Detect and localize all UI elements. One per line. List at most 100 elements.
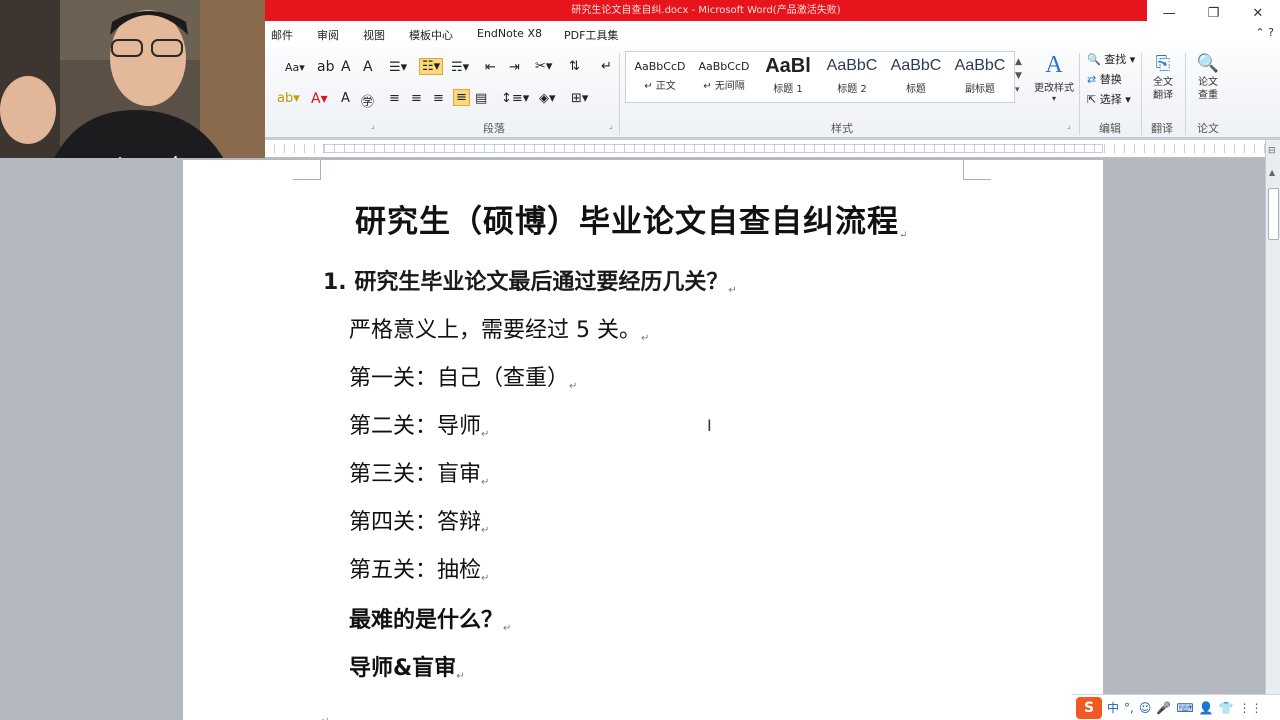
show-marks-icon[interactable]: ↵ (601, 59, 612, 74)
tab-pdf-tools[interactable]: PDF工具集 (564, 27, 618, 43)
tab-mailings[interactable]: 邮件 (271, 27, 293, 43)
paragraph-shading-icon[interactable]: ◈▾ (539, 91, 556, 106)
style-heading-1[interactable]: AaBl 标题 1 (756, 56, 820, 95)
character-shading-icon[interactable]: A (363, 59, 373, 75)
document-page[interactable]: 研究生（硕博）毕业论文自查自纠流程↵ 1. 研究生毕业论文最后通过要经历几关？↵… (183, 160, 1103, 720)
paper-check-label: 论文查重 (1198, 77, 1218, 101)
close-button[interactable]: ✕ (1238, 6, 1278, 21)
restore-button[interactable]: ❐ (1193, 6, 1233, 21)
translate-button[interactable]: ⎘ 全文翻译 (1147, 53, 1179, 102)
style-no-spacing[interactable]: AaBbCcD ↵ 无间隔 (692, 60, 756, 92)
styles-gallery: AaBbCcD ↵ 正文 AaBbCcD ↵ 无间隔 AaBl 标题 1 AaB… (625, 51, 1015, 103)
shading-icon[interactable]: A (341, 91, 350, 106)
document-title: 研究生（硕博）毕业论文自查自纠流程↵ (355, 196, 908, 241)
paragraph-mark: ↵ (569, 381, 578, 392)
punctuation-icon[interactable]: °, (1124, 701, 1134, 715)
translate-label: 全文翻译 (1153, 77, 1173, 101)
chinese-mode-icon[interactable]: 中 (1107, 699, 1119, 716)
align-right-icon[interactable]: ≡ (433, 91, 444, 106)
microphone-icon[interactable]: 🎤 (1156, 701, 1171, 715)
style-title[interactable]: AaBbC 标题 (884, 56, 948, 95)
sort-icon[interactable]: ⇅ (569, 59, 580, 74)
vertical-scrollbar[interactable]: ⊟ ▲ (1265, 140, 1280, 720)
gallery-scroll-icon[interactable]: ▲ ▼ ▾ (1015, 55, 1022, 97)
enclose-character-icon[interactable]: ㊫ (361, 91, 374, 110)
change-styles-icon: A (1045, 52, 1063, 78)
paragraph-mark: ↵ (481, 573, 490, 584)
character-border-icon[interactable]: A (341, 59, 351, 75)
highlight-icon[interactable]: ab▾ (277, 91, 300, 106)
decrease-indent-icon[interactable]: ⇤ (485, 60, 496, 75)
body-line: 第一关：自己（查重）↵ (349, 360, 577, 392)
paragraph-dialog-launcher-icon[interactable]: ⌟ (609, 121, 613, 130)
tab-template-center[interactable]: 模板中心 (409, 27, 453, 43)
tab-view[interactable]: 视图 (363, 27, 385, 43)
window-title-bar: 研究生论文自查自纠.docx - Microsoft Word(产品激活失败) (265, 0, 1147, 21)
align-center-icon[interactable]: ≡ (411, 91, 422, 106)
replace-button[interactable]: ⇄ 替换 (1087, 71, 1122, 87)
bullets-icon[interactable]: ☰▾ (389, 60, 407, 75)
style-sample: AaBbC (826, 57, 878, 74)
line-spacing-icon[interactable]: ↕≡▾ (501, 91, 529, 106)
font-dialog-launcher-icon[interactable]: ⌟ (371, 121, 375, 130)
find-label: 查找 (1104, 53, 1127, 66)
line-text: 第一关：自己（查重） (349, 366, 570, 391)
minimize-button[interactable]: — (1149, 6, 1189, 21)
change-styles-button[interactable]: A 更改样式 ▾ (1031, 51, 1077, 103)
numbering-icon[interactable]: ☷▾ (419, 58, 444, 75)
horizontal-ruler[interactable] (265, 140, 1265, 158)
style-heading-2[interactable]: AaBbC 标题 2 (820, 56, 884, 95)
style-name: 无间隔 (714, 81, 745, 92)
paragraph-mark: ↵ (456, 671, 465, 682)
group-separator (619, 53, 620, 135)
replace-label: 替换 (1099, 73, 1122, 86)
tab-endnote[interactable]: EndNote X8 (477, 27, 542, 40)
font-color-icon[interactable]: A▾ (311, 91, 328, 107)
document-title-text: 研究生（硕博）毕业论文自查自纠流程 (355, 204, 899, 240)
distribute-icon[interactable]: ▤ (475, 91, 487, 106)
align-left-icon[interactable]: ≡ (389, 91, 400, 106)
borders-icon[interactable]: ⊞▾ (571, 91, 588, 106)
style-subtitle[interactable]: AaBbC 副标题 (948, 56, 1012, 95)
sogou-logo-icon[interactable]: S (1076, 696, 1102, 719)
change-case-label: Aa (285, 61, 300, 74)
change-case-button[interactable]: Aa▾ (285, 61, 305, 74)
tab-review[interactable]: 审阅 (317, 27, 339, 43)
styles-dialog-launcher-icon[interactable]: ⌟ (1067, 121, 1071, 130)
change-styles-label: 更改样式 (1034, 83, 1074, 94)
style-sample: AaBbCcD (634, 60, 686, 73)
line-text: 第二关：导师 (349, 414, 482, 439)
style-name: 副标题 (965, 84, 995, 95)
empty-paragraph: ↵ (321, 702, 329, 720)
find-button[interactable]: 🔍 查找 ▾ (1087, 51, 1135, 67)
ribbon: Aa▾ ab A A ☰▾ ☷▾ ☴▾ ⇤ ⇥ ✂▾ ⇅ ↵ ab▾ A▾ A … (265, 47, 1280, 138)
question-text: 1. 研究生毕业论文最后通过要经历几关？ (323, 270, 729, 295)
body-line: 第五关：抽检↵ (349, 552, 489, 584)
paper-check-button[interactable]: 🔍 论文查重 (1191, 53, 1225, 102)
ruler-toggle-icon[interactable]: ⊟ (1268, 146, 1276, 156)
body-line: 第三关：盲审↵ (349, 456, 489, 488)
style-name: 标题 1 (773, 84, 803, 95)
style-sample: AaBbC (890, 57, 942, 74)
line-text: 导师&盲审 (349, 656, 457, 681)
toolbox-icon[interactable]: ⋮⋮ (1239, 701, 1263, 715)
justify-icon[interactable]: ≡ (453, 89, 470, 106)
paper-group-label: 论文 (1197, 122, 1219, 135)
chinese-layout-icon[interactable]: ✂▾ (535, 59, 552, 74)
increase-indent-icon[interactable]: ⇥ (509, 60, 520, 75)
group-separator (1141, 53, 1142, 135)
keyboard-icon[interactable]: ⌨ (1176, 701, 1193, 715)
body-line: 第二关：导师↵ (349, 408, 489, 440)
skin-icon[interactable]: 👕 (1219, 701, 1234, 715)
style-normal[interactable]: AaBbCcD ↵ 正文 (628, 60, 692, 92)
emoji-icon[interactable]: ☺ (1139, 701, 1152, 715)
scrollbar-thumb[interactable] (1268, 188, 1279, 240)
body-line: 严格意义上，需要经过 5 关。↵ (349, 312, 649, 344)
paragraph-mark: ↵ (481, 477, 490, 488)
phonetic-guide-icon[interactable]: ab (317, 59, 334, 75)
multilevel-list-icon[interactable]: ☴▾ (451, 60, 469, 75)
scroll-up-icon[interactable]: ▲ (1269, 168, 1275, 177)
ribbon-collapse-icon[interactable]: ⌃ ? (1255, 26, 1274, 39)
select-button[interactable]: ⇱ 选择 ▾ (1087, 91, 1131, 107)
user-icon[interactable]: 👤 (1199, 701, 1214, 715)
